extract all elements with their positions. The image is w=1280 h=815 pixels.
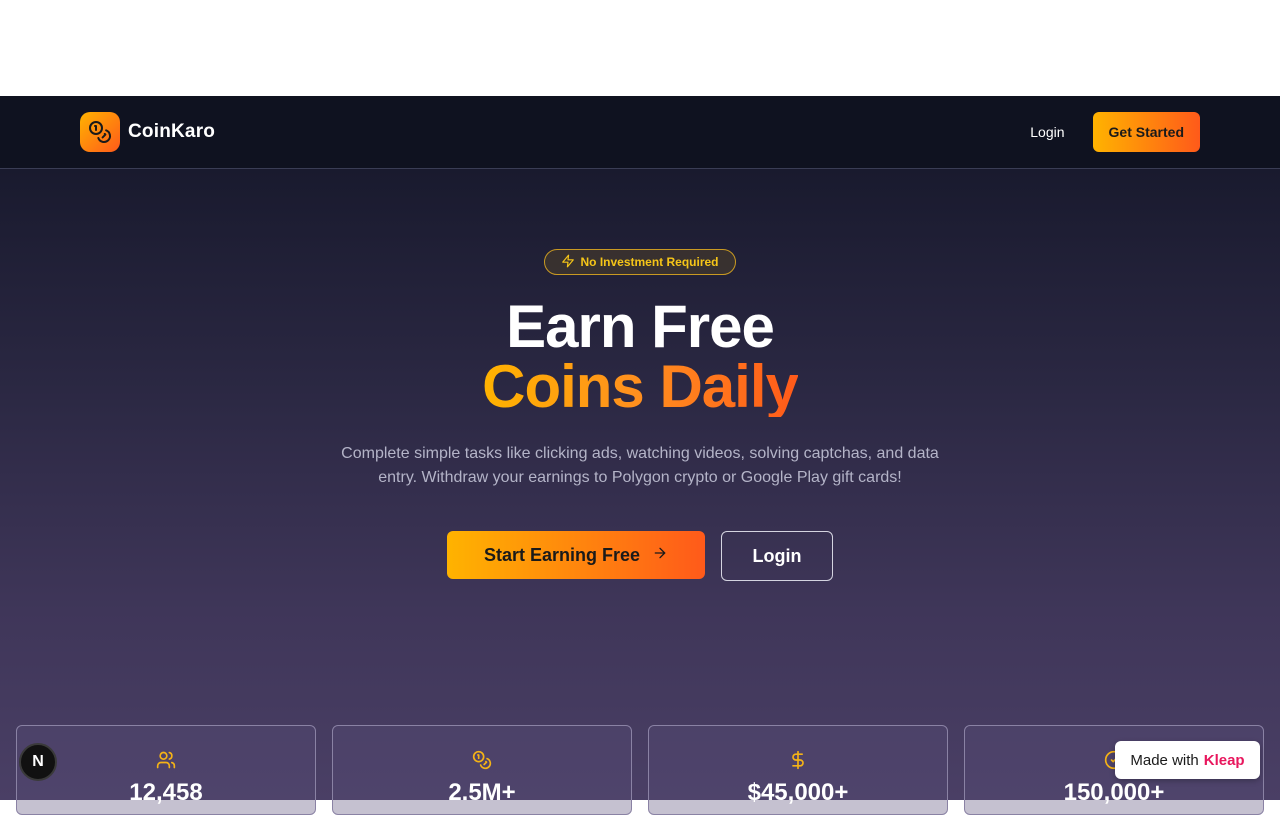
stat-card-users: 12,458 — [16, 725, 316, 815]
nav-login-link[interactable]: Login — [1030, 124, 1064, 140]
hero-subtitle: Complete simple tasks like clicking ads,… — [341, 445, 939, 486]
nav-actions: Login Get Started — [1030, 112, 1200, 152]
stat-value: 150,000+ — [1063, 779, 1165, 806]
hero-section: No Investment Required Earn Free Coins D… — [0, 169, 1280, 815]
lightning-icon — [561, 254, 575, 271]
navbar: CoinKaro Login Get Started — [0, 96, 1280, 169]
stat-value: 12,458 — [129, 779, 203, 806]
no-investment-badge: No Investment Required — [544, 249, 736, 275]
coins-icon — [472, 750, 492, 770]
dollar-icon — [788, 750, 808, 770]
hero-login-button[interactable]: Login — [721, 531, 833, 581]
stat-card-payout: $45,000+ — [648, 725, 948, 815]
brand-name: CoinKaro — [128, 121, 216, 142]
hero-cta-row: Start Earning Free Login — [0, 531, 1280, 581]
start-earning-button[interactable]: Start Earning Free — [447, 531, 705, 579]
brand-link[interactable]: CoinKaro — [80, 112, 215, 152]
badge-text: No Investment Required — [580, 255, 719, 269]
start-earning-label: Start Earning Free — [483, 544, 641, 565]
made-with-kleap-badge[interactable]: Made with Kleap — [1115, 741, 1260, 779]
hero-title: Earn Free Coins Daily — [0, 297, 1280, 417]
kleap-brand: Kleap — [1203, 751, 1245, 769]
coins-icon — [80, 112, 120, 152]
stat-card-coins: 2.5M+ — [332, 725, 632, 815]
hero-title-line2: Coins Daily — [482, 353, 799, 420]
get-started-button[interactable]: Get Started — [1092, 112, 1200, 152]
stat-value: 2.5M+ — [448, 779, 516, 806]
hero-title-line1: Earn Free — [506, 293, 775, 360]
top-blank-area — [0, 0, 1280, 96]
nextjs-dev-badge[interactable]: N — [19, 743, 57, 781]
stats-row: 12,458 2.5M+ $45,000+ 150,000+ — [16, 725, 1264, 815]
users-icon — [156, 750, 176, 770]
made-with-prefix: Made with — [1130, 751, 1199, 769]
stat-value: $45,000+ — [747, 779, 849, 806]
arrow-right-icon — [652, 545, 668, 566]
